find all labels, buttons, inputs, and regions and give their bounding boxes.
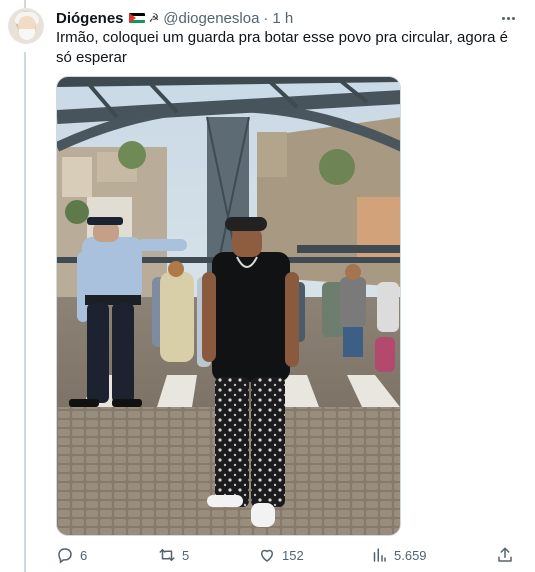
reply-count: 6 — [80, 547, 88, 563]
more-options-icon[interactable] — [498, 9, 518, 27]
tweet-header: Diógenes ☭ @diogenesloa · 1 h — [56, 8, 293, 28]
tweet-photo[interactable] — [56, 76, 401, 536]
share-button[interactable] — [496, 546, 514, 564]
retweet-icon — [159, 549, 175, 561]
like-button[interactable]: 152 — [258, 546, 304, 564]
share-icon — [498, 547, 512, 562]
author-handle[interactable]: @diogenesloa — [163, 10, 259, 27]
photo-scene — [57, 77, 400, 535]
author-name[interactable]: Diógenes — [56, 10, 124, 27]
like-count: 152 — [282, 547, 304, 563]
hammer-sickle-icon: ☭ — [148, 11, 160, 25]
views-button[interactable]: 5.659 — [370, 546, 427, 564]
views-icon — [373, 548, 386, 562]
views-count: 5.659 — [394, 547, 427, 563]
tweet-actions: 6 5 152 5.659 — [56, 546, 518, 566]
reply-icon — [58, 548, 72, 564]
avatar-beard — [19, 29, 35, 40]
avatar[interactable] — [8, 8, 44, 44]
heart-icon — [261, 549, 273, 562]
retweet-count: 5 — [182, 547, 190, 563]
tweet-timestamp[interactable]: 1 h — [272, 10, 293, 27]
palestine-flag-icon — [128, 13, 145, 23]
retweet-button[interactable]: 5 — [158, 546, 189, 564]
tweet-text: Irmão, coloquei um guarda pra botar esse… — [56, 29, 508, 66]
thread-line — [24, 52, 26, 572]
header-separator: · — [263, 9, 269, 27]
thread-line-top — [24, 0, 26, 8]
reply-button[interactable]: 6 — [56, 546, 87, 564]
